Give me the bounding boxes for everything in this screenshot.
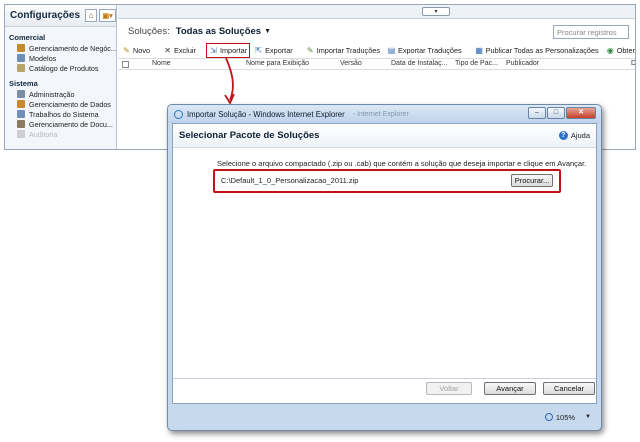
file-path-field[interactable]: C:\Default_1_0_Personalizacao_2011.zip [221,175,509,187]
arrow-to-dialog-head [224,93,235,105]
help-label: Ajuda [570,131,590,140]
minimize-button[interactable]: – [528,107,546,119]
close-button[interactable]: ✕ [566,107,596,119]
zoom-level[interactable]: 105% [556,413,575,422]
instructions-text: Selecione o arquivo compactado (.zip ou … [217,159,587,168]
footer-divider [173,378,596,379]
dialog-header: Selecionar Pacote de Soluções ? Ajuda [173,124,596,148]
dialog-window-title: Importar Solução - Windows Internet Expl… [187,109,345,119]
window-controls: – □ ✕ [527,107,596,119]
chevron-down-icon[interactable]: ▼ [585,414,591,420]
help-link[interactable]: ? Ajuda [558,131,590,140]
zoom-icon [544,413,553,421]
next-button[interactable]: Avançar [484,382,536,395]
back-button[interactable]: Voltar [426,382,472,395]
arrow-to-dialog [225,57,234,101]
import-solution-dialog: Importar Solução - Windows Internet Expl… [167,104,602,431]
file-selection-highlight: C:\Default_1_0_Personalizacao_2011.zip P… [213,169,561,193]
maximize-button[interactable]: □ [547,107,565,119]
dialog-titlebar[interactable]: Importar Solução - Windows Internet Expl… [168,105,601,123]
browse-button[interactable]: Procurar... [511,174,553,187]
page-title: Selecionar Pacote de Soluções [179,130,320,141]
status-bar: 105% ▼ [172,407,597,427]
ghost-window-title: - Internet Explorer [352,110,409,118]
help-icon: ? [558,131,568,140]
internet-explorer-icon [174,109,183,119]
cancel-button[interactable]: Cancelar [543,382,595,395]
dialog-content: Selecionar Pacote de Soluções ? Ajuda Se… [172,123,597,404]
